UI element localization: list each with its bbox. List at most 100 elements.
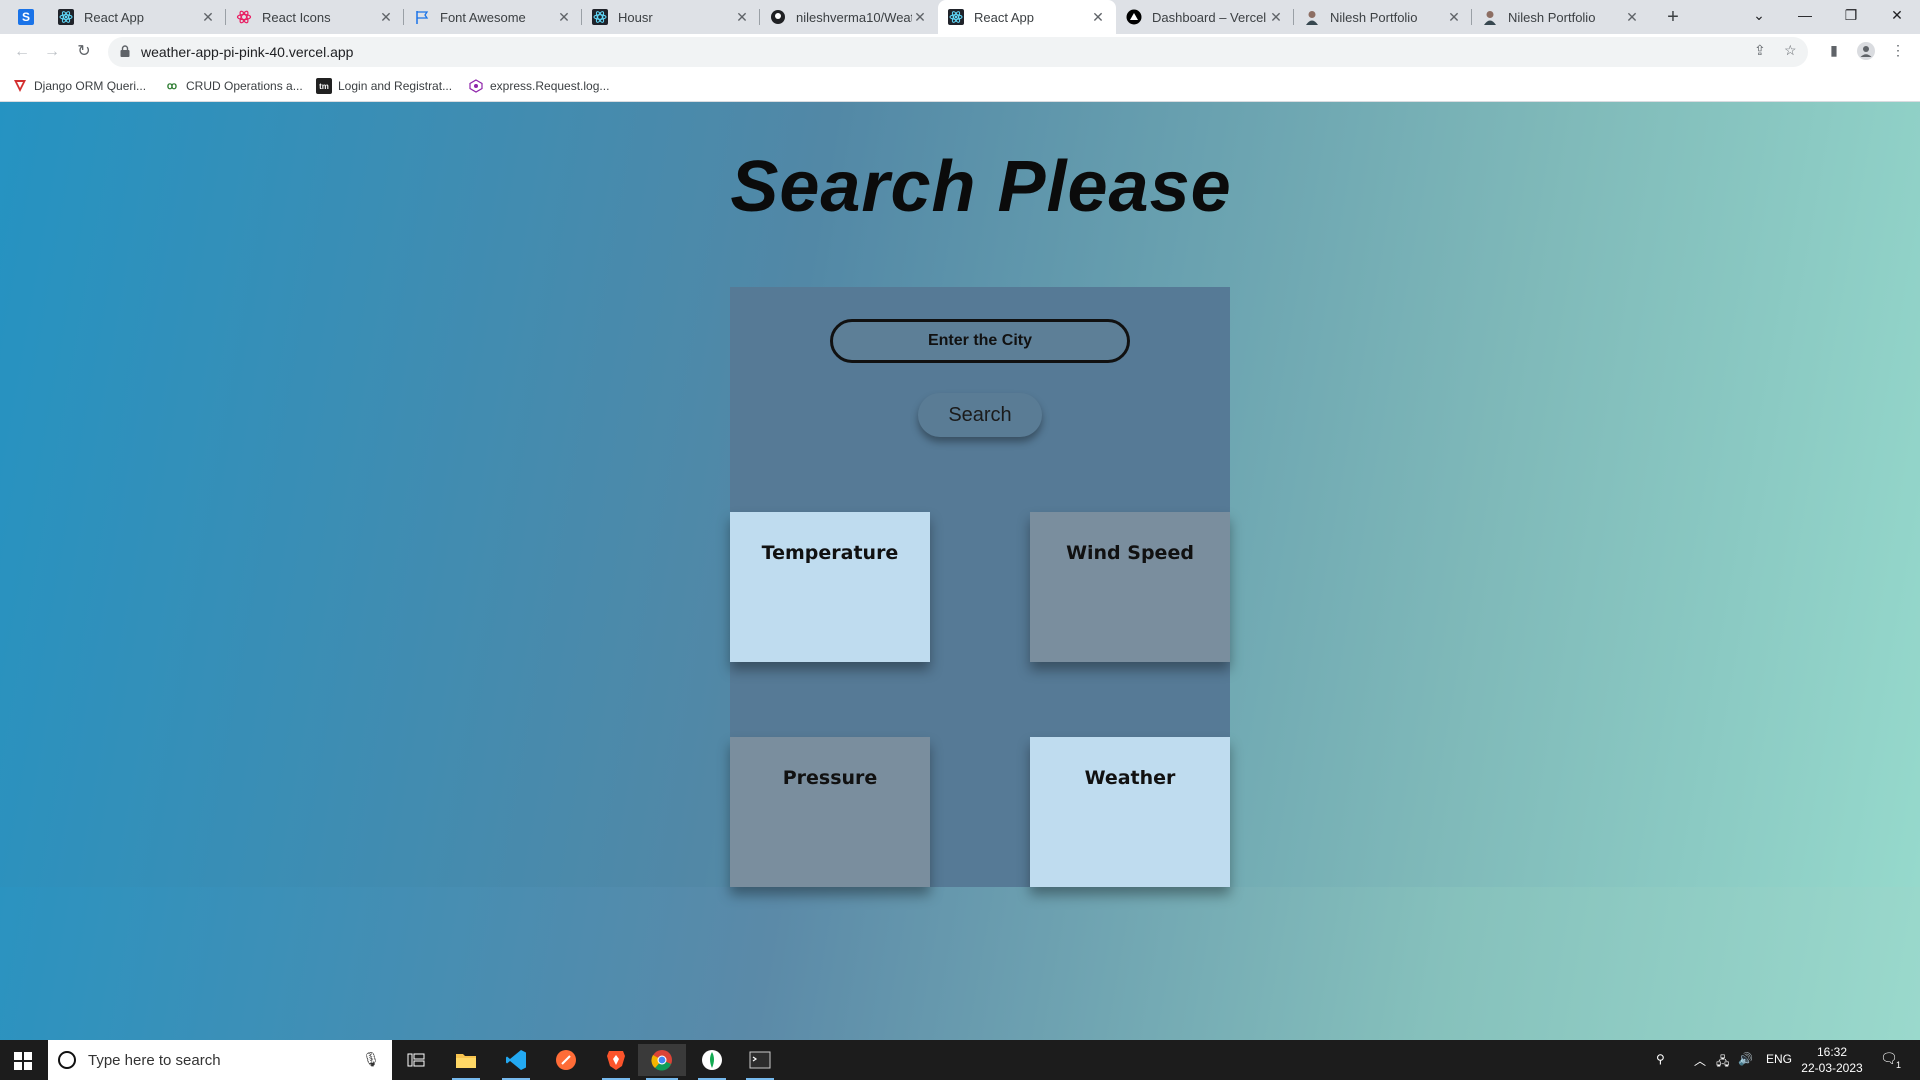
- terminal-icon[interactable]: [738, 1044, 782, 1080]
- notification-count-badge: 1: [1896, 1060, 1902, 1070]
- tab-react-icons[interactable]: React Icons ✕: [226, 0, 404, 34]
- tab-label: Nilesh Portfolio: [1330, 9, 1418, 25]
- chrome-icon[interactable]: [638, 1044, 686, 1080]
- pressure-tile: Pressure: [730, 737, 930, 887]
- lock-icon: [120, 45, 130, 57]
- close-icon[interactable]: ✕: [378, 9, 394, 26]
- search-circle-icon: [58, 1051, 76, 1069]
- back-arrow-icon[interactable]: ←: [10, 40, 34, 64]
- close-icon[interactable]: ✕: [556, 9, 572, 26]
- bookmark-star-icon[interactable]: ☆: [1784, 42, 1797, 59]
- forward-arrow-icon[interactable]: →: [40, 40, 64, 64]
- tab-label: React App: [974, 9, 1034, 25]
- tab-vercel-dashboard[interactable]: Dashboard – Vercel ✕: [1116, 0, 1294, 34]
- avatar-icon: [1304, 9, 1320, 25]
- taskbar-search-placeholder: Type here to search: [88, 1052, 221, 1069]
- tm-icon: tm: [316, 78, 332, 94]
- tab-react-app-1[interactable]: React App ✕: [48, 0, 226, 34]
- temperature-tile: Temperature: [730, 512, 930, 662]
- bookmark-label: Login and Registrat...: [338, 79, 453, 93]
- city-search-input[interactable]: [830, 319, 1130, 363]
- close-window-icon[interactable]: ✕: [1874, 0, 1920, 30]
- side-panel-icon[interactable]: ▮: [1824, 42, 1844, 62]
- tile-label: Wind Speed: [1066, 542, 1194, 564]
- page-lower-background: [0, 887, 1920, 1040]
- close-icon[interactable]: ✕: [1268, 9, 1284, 26]
- share-icon[interactable]: ⇪: [1754, 42, 1766, 59]
- clock-time: 16:32: [1816, 1045, 1848, 1059]
- bookmarks-bar: Django ORM Queri... ꝏ CRUD Operations a.…: [0, 70, 1920, 102]
- django-icon: [12, 78, 28, 94]
- bookmark-crud[interactable]: ꝏ CRUD Operations a...: [164, 78, 303, 94]
- vercel-icon: [1126, 9, 1142, 25]
- tab-pinned-app[interactable]: S: [14, 0, 48, 34]
- tray-chevron-up-icon[interactable]: ︿: [1694, 1052, 1706, 1069]
- crud-icon: ꝏ: [166, 80, 178, 92]
- bookmark-django[interactable]: Django ORM Queri...: [12, 78, 146, 94]
- bookmark-label: CRUD Operations a...: [186, 79, 303, 93]
- minimize-icon[interactable]: —: [1782, 0, 1828, 30]
- tab-github[interactable]: nileshverma10/Weat ✕: [760, 0, 938, 34]
- postman-icon[interactable]: [544, 1044, 588, 1076]
- language-indicator[interactable]: ENG: [1766, 1052, 1792, 1066]
- search-button[interactable]: Search: [918, 393, 1042, 437]
- weather-card: Search Temperature Wind Speed Pressure W…: [730, 287, 1230, 887]
- close-icon[interactable]: ✕: [200, 9, 216, 26]
- reload-icon[interactable]: ↻: [72, 40, 96, 64]
- taskbar-search-box[interactable]: Type here to search 🎙: [48, 1040, 392, 1080]
- windows-taskbar: Type here to search 🎙 ⚲ ︿ 🖧 🔊 ENG 16:32 …: [0, 1040, 1920, 1080]
- tab-label: Font Awesome: [440, 9, 526, 25]
- close-icon[interactable]: ✕: [1624, 9, 1640, 26]
- wind-speed-tile: Wind Speed: [1030, 512, 1230, 662]
- tab-housr[interactable]: Housr ✕: [582, 0, 760, 34]
- tile-label: Pressure: [782, 767, 878, 789]
- people-icon[interactable]: ⚲: [1656, 1052, 1665, 1066]
- microphone-icon[interactable]: 🎙: [362, 1051, 380, 1068]
- express-icon: [468, 78, 484, 94]
- system-clock[interactable]: 16:32 22-03-2023: [1800, 1044, 1864, 1076]
- github-icon: [770, 9, 786, 25]
- task-view-icon[interactable]: [394, 1044, 438, 1076]
- tab-search-chevron-icon[interactable]: ⌄: [1736, 0, 1782, 30]
- tab-strip: S React App ✕ React Icons ✕ Font Awesome…: [0, 0, 1920, 34]
- network-icon[interactable]: 🖧: [1716, 1052, 1729, 1073]
- bookmark-express[interactable]: express.Request.log...: [468, 78, 609, 94]
- tile-label: Weather: [1084, 767, 1176, 789]
- tab-label: Housr: [618, 9, 653, 25]
- tab-react-app-active[interactable]: React App ✕: [938, 0, 1116, 34]
- windows-start-icon[interactable]: [14, 1052, 32, 1070]
- profile-avatar-icon[interactable]: [1856, 42, 1876, 62]
- s-app-icon: S: [18, 9, 34, 25]
- bookmark-label: express.Request.log...: [490, 79, 610, 93]
- mongodb-compass-icon[interactable]: [690, 1044, 734, 1080]
- bookmark-label: Django ORM Queri...: [34, 79, 147, 93]
- file-explorer-icon[interactable]: [444, 1044, 488, 1080]
- tab-label: Nilesh Portfolio: [1508, 9, 1596, 25]
- react-icons-icon: [236, 9, 252, 25]
- new-tab-button[interactable]: +: [1660, 4, 1686, 30]
- close-icon[interactable]: ✕: [734, 9, 750, 26]
- react-icon: [58, 9, 74, 25]
- close-icon[interactable]: ✕: [1090, 9, 1106, 26]
- tab-label: React App: [84, 9, 144, 25]
- tab-nilesh-portfolio-2[interactable]: Nilesh Portfolio ✕: [1472, 0, 1650, 34]
- tile-label: Temperature: [761, 542, 899, 564]
- page-title: Search Please: [730, 147, 1232, 227]
- brave-browser-icon[interactable]: [594, 1044, 638, 1080]
- close-icon[interactable]: ✕: [912, 9, 928, 26]
- page-viewport: Search Please Search Temperature Wind Sp…: [0, 102, 1920, 1040]
- browser-toolbar: ← → ↻ weather-app-pi-pink-40.vercel.app …: [0, 34, 1920, 70]
- react-icon: [948, 9, 964, 25]
- volume-icon[interactable]: 🔊: [1738, 1052, 1753, 1066]
- bookmark-login[interactable]: tm Login and Registrat...: [316, 78, 452, 94]
- tab-label: React Icons: [262, 9, 331, 25]
- kebab-menu-icon[interactable]: ⋮: [1888, 42, 1908, 62]
- close-icon[interactable]: ✕: [1446, 9, 1462, 26]
- avatar-icon: [1482, 9, 1498, 25]
- tab-font-awesome[interactable]: Font Awesome ✕: [404, 0, 582, 34]
- tab-nilesh-portfolio-1[interactable]: Nilesh Portfolio ✕: [1294, 0, 1472, 34]
- flag-icon: [414, 9, 430, 25]
- restore-icon[interactable]: ❐: [1828, 0, 1874, 30]
- address-bar[interactable]: weather-app-pi-pink-40.vercel.app ⇪ ☆: [108, 37, 1808, 67]
- vscode-icon[interactable]: [494, 1044, 538, 1080]
